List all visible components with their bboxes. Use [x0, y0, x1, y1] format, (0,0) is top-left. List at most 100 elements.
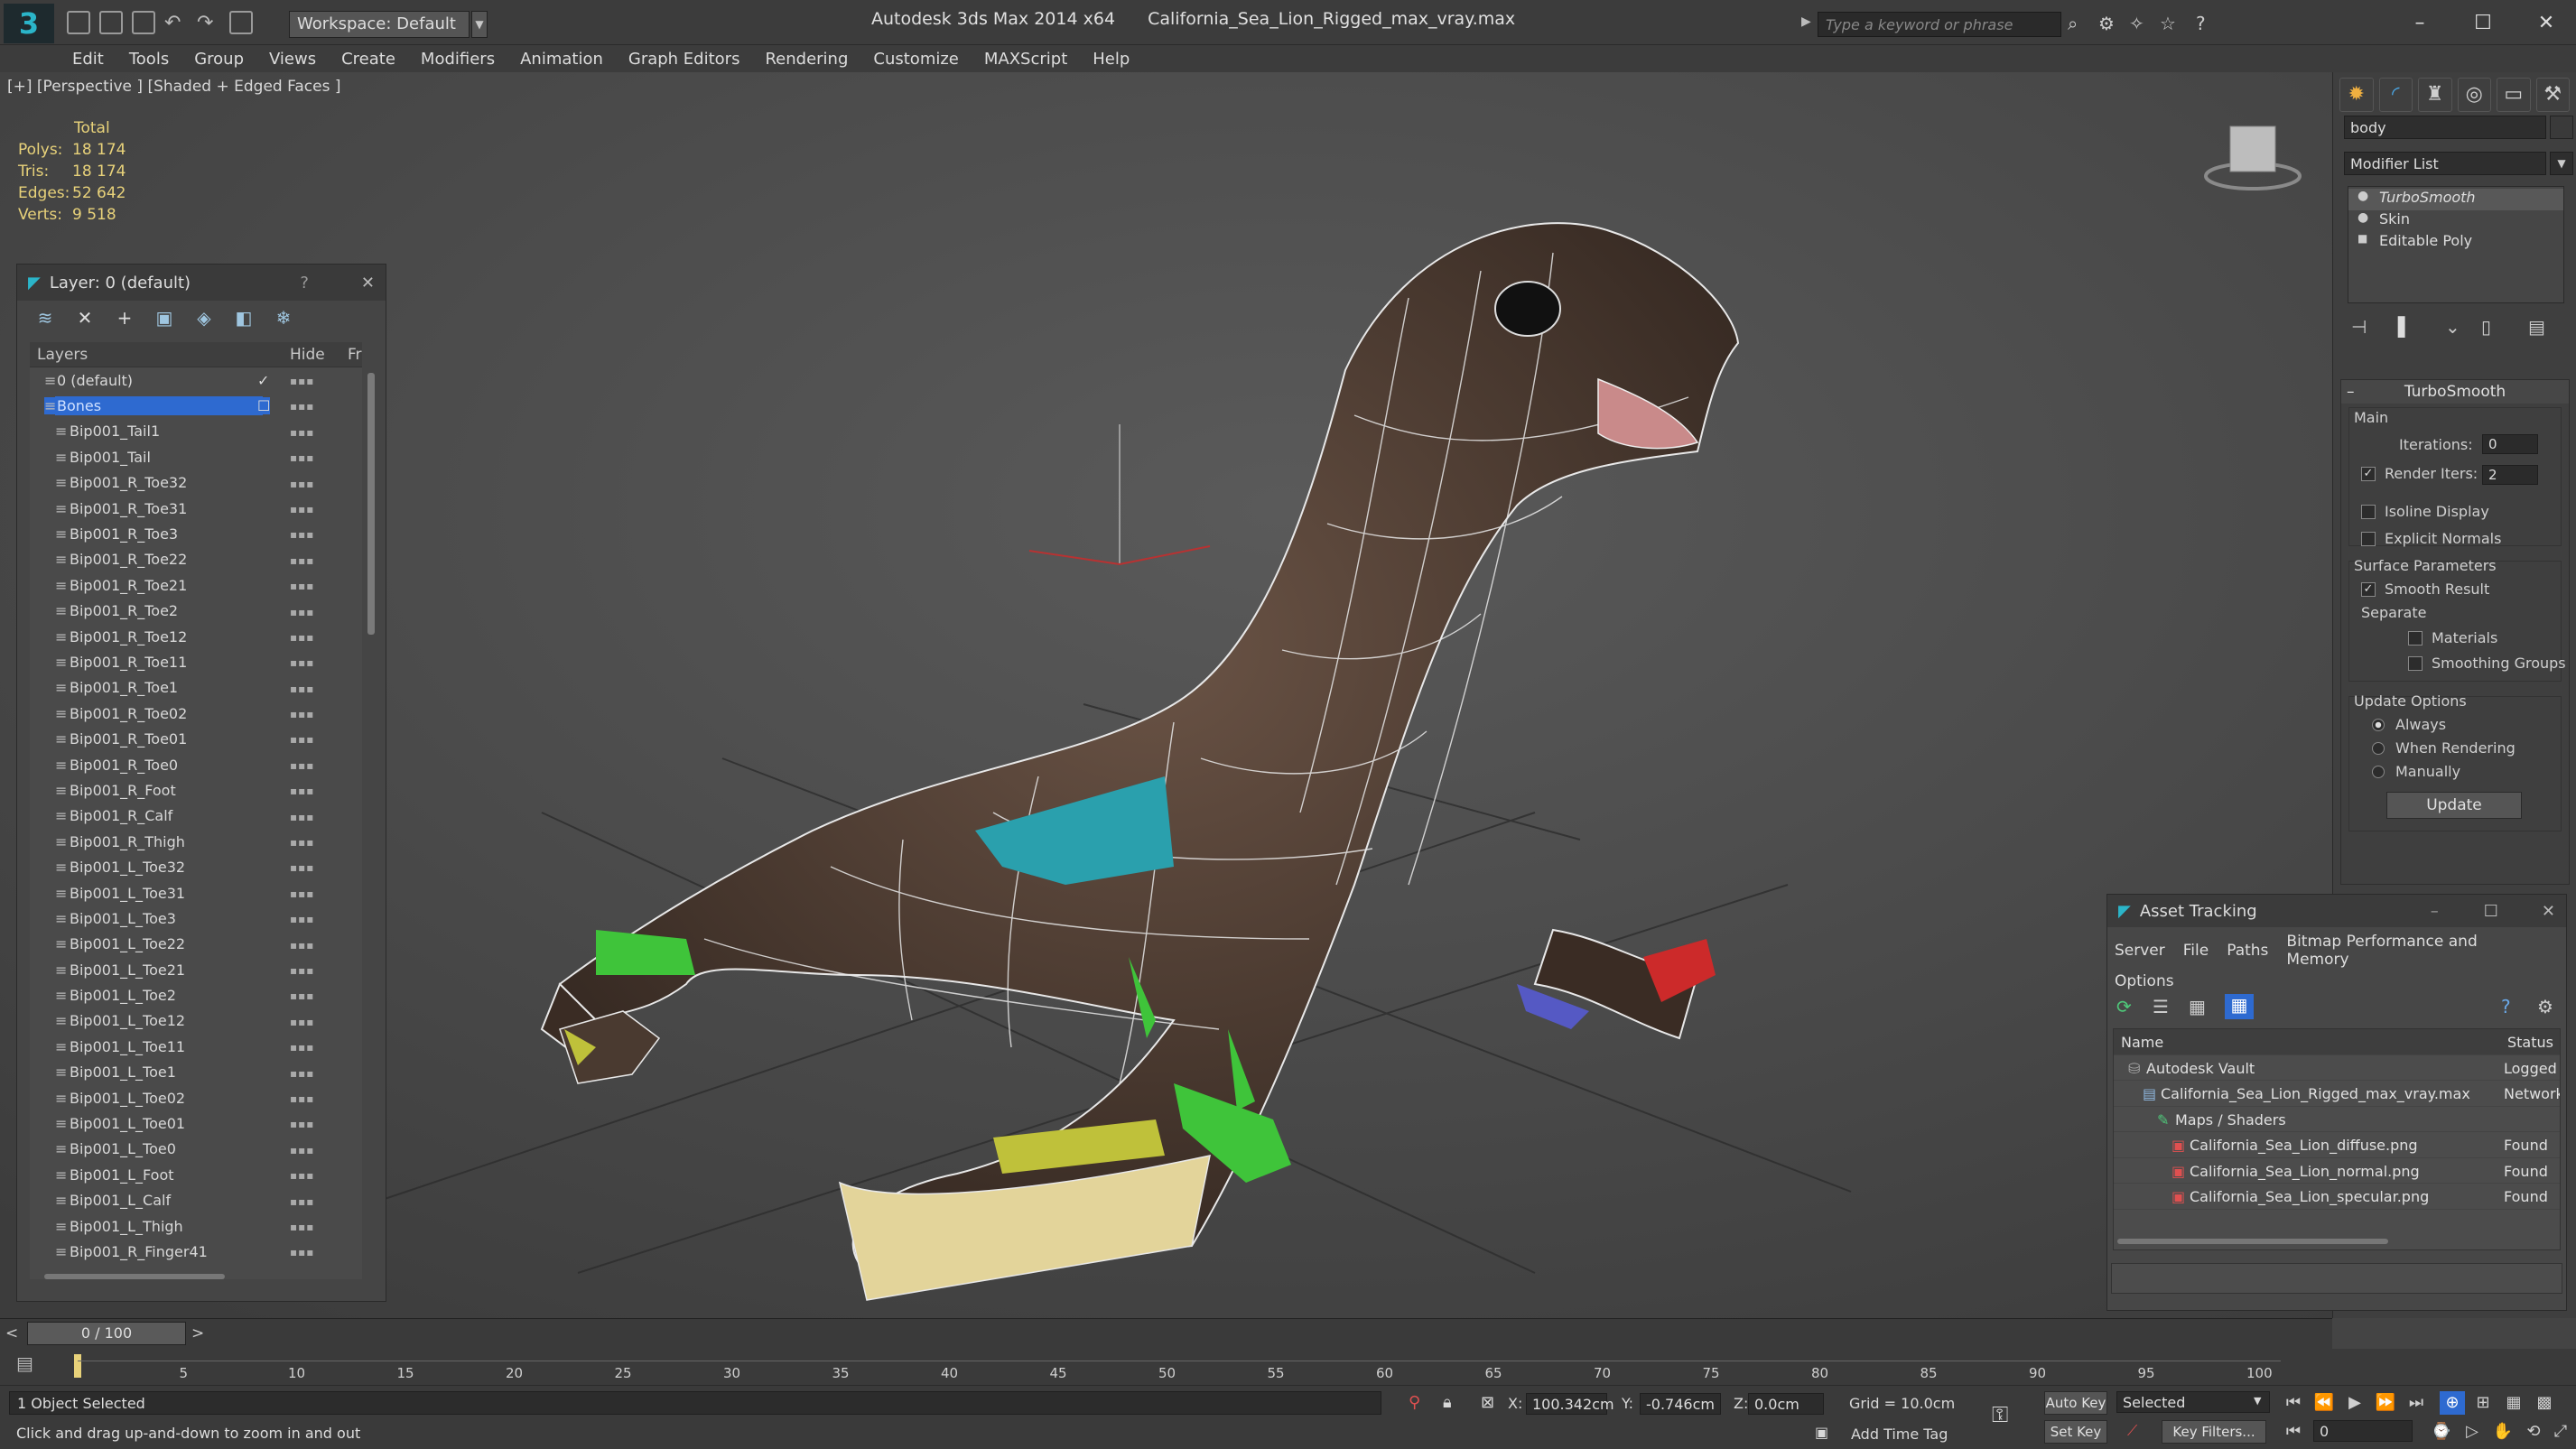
layer-list-hscrollbar[interactable]: [44, 1274, 225, 1279]
hide-toggle[interactable]: ▪▪▪: [290, 1092, 314, 1105]
zoom-extents-all-icon[interactable]: ▩: [2532, 1391, 2557, 1415]
next-frame-icon[interactable]: >: [191, 1324, 204, 1342]
make-unique-icon[interactable]: ⌄: [2445, 316, 2481, 338]
object-name-input[interactable]: body: [2344, 116, 2546, 139]
layer-row[interactable]: ≡ Bip001_R_Toe01 ▪▪▪: [30, 726, 362, 751]
asset-table-hscrollbar[interactable]: [2117, 1239, 2388, 1244]
layer-row[interactable]: ≡ Bip001_L_Toe0 ▪▪▪: [30, 1137, 362, 1162]
asset-path-field[interactable]: [2111, 1263, 2562, 1294]
layer-row[interactable]: ≡ 0 (default) ✓ ▪▪▪: [30, 367, 362, 393]
expand-arrow-icon[interactable]: ▶: [1801, 14, 1811, 29]
hide-toggle[interactable]: ▪▪▪: [290, 656, 314, 669]
hide-toggle[interactable]: ▪▪▪: [290, 375, 314, 387]
menu-customize[interactable]: Customize: [873, 50, 958, 69]
hide-toggle[interactable]: ▪▪▪: [290, 913, 314, 925]
when-rendering-radio[interactable]: [2372, 742, 2385, 755]
thumbnail-view-icon[interactable]: ▦: [2189, 996, 2225, 1017]
configure-sets-icon[interactable]: ▤: [2528, 316, 2555, 338]
hide-toggle[interactable]: ▪▪▪: [290, 1246, 314, 1259]
lightbulb-icon[interactable]: ●: [2357, 189, 2368, 203]
zoom-all-icon[interactable]: ⊞: [2470, 1391, 2496, 1415]
chevron-down-icon[interactable]: ▼: [2254, 1395, 2261, 1407]
layer-row[interactable]: ≡ Bip001_R_Toe11 ▪▪▪: [30, 649, 362, 674]
hide-toggle[interactable]: ▪▪▪: [290, 1195, 314, 1208]
collapse-icon[interactable]: –: [2347, 380, 2355, 404]
hide-toggle[interactable]: ▪▪▪: [290, 426, 314, 439]
hide-toggle[interactable]: ▪▪▪: [290, 1118, 314, 1130]
layer-row[interactable]: ≡ Bip001_R_Toe0 ▪▪▪: [30, 752, 362, 777]
pin-stack-icon[interactable]: ⊣: [2351, 316, 2398, 338]
help-button[interactable]: ?: [300, 274, 309, 293]
project-folder-icon[interactable]: [229, 11, 253, 34]
hide-toggle[interactable]: ▪▪▪: [290, 1221, 314, 1233]
select-objects-icon[interactable]: ▣: [154, 308, 174, 328]
hide-toggle[interactable]: ▪▪▪: [290, 861, 314, 874]
layer-row[interactable]: ≡ Bip001_R_Thigh ▪▪▪: [30, 829, 362, 854]
close-icon[interactable]: ✕: [361, 274, 375, 293]
hide-toggle[interactable]: ▪▪▪: [290, 631, 314, 644]
pan-icon[interactable]: ✋: [2490, 1420, 2516, 1444]
hide-toggle[interactable]: ▪▪▪: [290, 811, 314, 823]
layer-row[interactable]: ≡ Bip001_L_Toe12 ▪▪▪: [30, 1008, 362, 1034]
layer-row[interactable]: ≡ Bip001_R_Toe3 ▪▪▪: [30, 521, 362, 546]
layer-row[interactable]: ≡ Bip001_R_Toe02 ▪▪▪: [30, 701, 362, 726]
layer-row[interactable]: ≡ Bip001_L_Toe31 ▪▪▪: [30, 880, 362, 906]
explicit-normals-checkbox[interactable]: [2361, 532, 2376, 546]
layer-row[interactable]: ≡ Bip001_L_Toe21 ▪▪▪: [30, 957, 362, 982]
hide-toggle[interactable]: ▪▪▪: [290, 939, 314, 952]
layer-row[interactable]: ≡ Bip001_L_Toe2 ▪▪▪: [30, 982, 362, 1008]
hide-toggle[interactable]: ▪▪▪: [290, 478, 314, 490]
menu-paths[interactable]: Paths: [2227, 942, 2268, 960]
hide-toggle[interactable]: ▪▪▪: [290, 503, 314, 516]
menu-server[interactable]: Server: [2115, 942, 2165, 960]
layer-row[interactable]: ≡ Bip001_R_Foot ▪▪▪: [30, 777, 362, 803]
hide-toggle[interactable]: ▪▪▪: [290, 887, 314, 900]
key-mode-toggle-icon[interactable]: ⏮: [2281, 1420, 2306, 1444]
layer-row[interactable]: ≡ Bip001_L_Toe1 ▪▪▪: [30, 1060, 362, 1085]
maximize-icon[interactable]: ☐: [2456, 7, 2510, 40]
layer-list-scrollbar[interactable]: [367, 373, 375, 635]
isolate-icon[interactable]: ⚲: [1409, 1393, 1420, 1412]
freeze-all-icon[interactable]: ❄: [274, 308, 293, 328]
show-end-result-icon[interactable]: ▌: [2398, 316, 2445, 338]
column-layers[interactable]: Layers: [37, 346, 88, 364]
time-slider[interactable]: < 0 / 100 >: [0, 1318, 2332, 1349]
hide-toggle[interactable]: ▪▪▪: [290, 554, 314, 567]
field-of-view-icon[interactable]: ▷: [2460, 1420, 2485, 1444]
motion-tab-icon[interactable]: ◎: [2457, 78, 2491, 112]
menu-help[interactable]: Help: [1093, 50, 1130, 69]
new-file-icon[interactable]: [67, 11, 90, 34]
go-to-end-icon[interactable]: ⏭: [2404, 1391, 2429, 1415]
stack-item-skin[interactable]: ● Skin: [2348, 210, 2563, 232]
set-key-button[interactable]: Set Key: [2044, 1420, 2107, 1444]
layer-row[interactable]: ≡ Bip001_L_Calf ▪▪▪: [30, 1188, 362, 1213]
asset-row[interactable]: ▣ California_Sea_Lion_diffuse.png Found: [2114, 1132, 2560, 1158]
auto-key-button[interactable]: Auto Key: [2044, 1391, 2107, 1415]
redo-icon[interactable]: ↷: [197, 12, 220, 34]
hide-toggle[interactable]: ▪▪▪: [290, 1016, 314, 1028]
hide-toggle[interactable]: ▪▪▪: [290, 580, 314, 592]
viewport-label[interactable]: [+] [Perspective ] [Shaded + Edged Faces…: [7, 78, 340, 96]
menu-rendering[interactable]: Rendering: [765, 50, 848, 69]
z-coordinate-field[interactable]: 0.0cm: [1748, 1393, 1824, 1415]
maximize-icon[interactable]: ☐: [2484, 902, 2498, 921]
layer-row[interactable]: ≡ Bip001_L_Toe11 ▪▪▪: [30, 1034, 362, 1059]
hide-toggle[interactable]: ▪▪▪: [290, 606, 314, 618]
hide-toggle[interactable]: ▪▪▪: [290, 528, 314, 541]
hide-toggle[interactable]: ▪▪▪: [290, 759, 314, 772]
menu-graph-editors[interactable]: Graph Editors: [628, 50, 740, 69]
column-status[interactable]: Status: [2507, 1034, 2560, 1051]
add-layer-icon[interactable]: +: [115, 308, 135, 328]
create-tab-icon[interactable]: ✹: [2339, 78, 2374, 112]
previous-frame-icon[interactable]: ⏪: [2311, 1391, 2337, 1415]
delete-layer-icon[interactable]: ✕: [75, 308, 95, 328]
layer-row[interactable]: ≡ Bip001_Tail ▪▪▪: [30, 444, 362, 469]
asset-row[interactable]: ▤ California_Sea_Lion_Rigged_max_vray.max…: [2114, 1081, 2560, 1107]
list-view-icon[interactable]: ☰: [2153, 996, 2189, 1017]
layer-row[interactable]: ≡ Bip001_L_Toe3 ▪▪▪: [30, 906, 362, 931]
key-filters-button[interactable]: Key Filters...: [2162, 1420, 2266, 1444]
help-icon[interactable]: ?: [2501, 996, 2537, 1017]
render-iters-checkbox[interactable]: ✓: [2361, 467, 2376, 481]
orbit-icon[interactable]: ⟲: [2521, 1420, 2546, 1444]
save-file-icon[interactable]: [132, 11, 155, 34]
